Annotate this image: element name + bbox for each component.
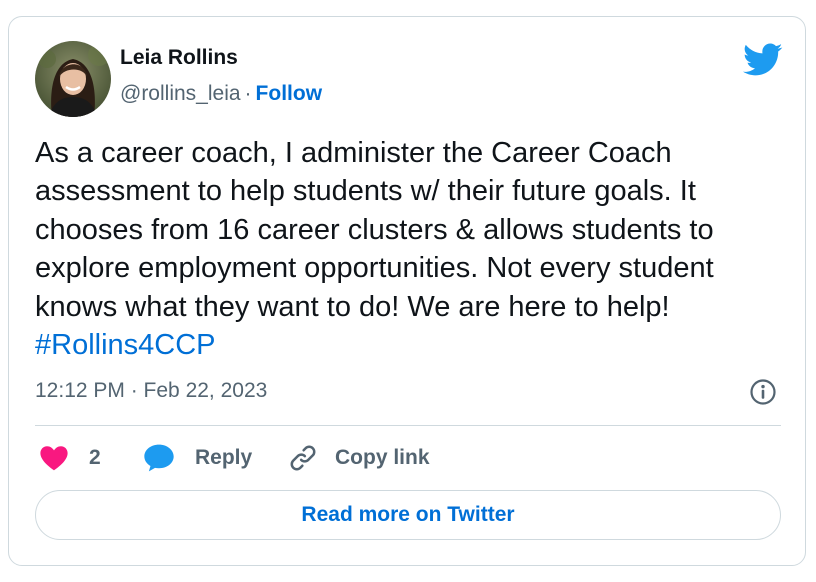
read-more-button[interactable]: Read more on Twitter [35, 490, 781, 540]
divider [35, 425, 781, 426]
tweet-timestamp[interactable]: 12:12 PM · Feb 22, 2023 [35, 378, 267, 404]
twitter-bird-icon[interactable] [743, 43, 783, 77]
reply-button[interactable]: Reply [143, 443, 252, 473]
author-name[interactable]: Leia Rollins [120, 45, 238, 71]
tweet-card: Leia Rollins @rollins_leia · Follow As a c… [8, 16, 806, 566]
copy-link-label: Copy link [335, 446, 430, 469]
speech-bubble-icon [144, 444, 174, 472]
avatar[interactable] [35, 41, 111, 117]
like-count: 2 [89, 446, 101, 469]
separator-dot: · [244, 82, 252, 105]
handle-row: @rollins_leia · Follow [120, 81, 322, 107]
tweet-body: As a career coach, I administer the Care… [35, 134, 795, 364]
hashtag-link[interactable]: #Rollins4CCP [35, 326, 795, 364]
tweet-text: As a career coach, I administer the Care… [35, 137, 714, 323]
follow-link[interactable]: Follow [256, 82, 323, 105]
reply-label: Reply [195, 446, 253, 469]
info-icon[interactable] [749, 378, 777, 406]
like-button[interactable]: 2 [39, 443, 101, 473]
copy-link-button[interactable]: Copy link [287, 443, 430, 473]
heart-icon [40, 446, 68, 471]
link-icon [290, 445, 316, 471]
author-handle[interactable]: @rollins_leia [120, 82, 241, 105]
